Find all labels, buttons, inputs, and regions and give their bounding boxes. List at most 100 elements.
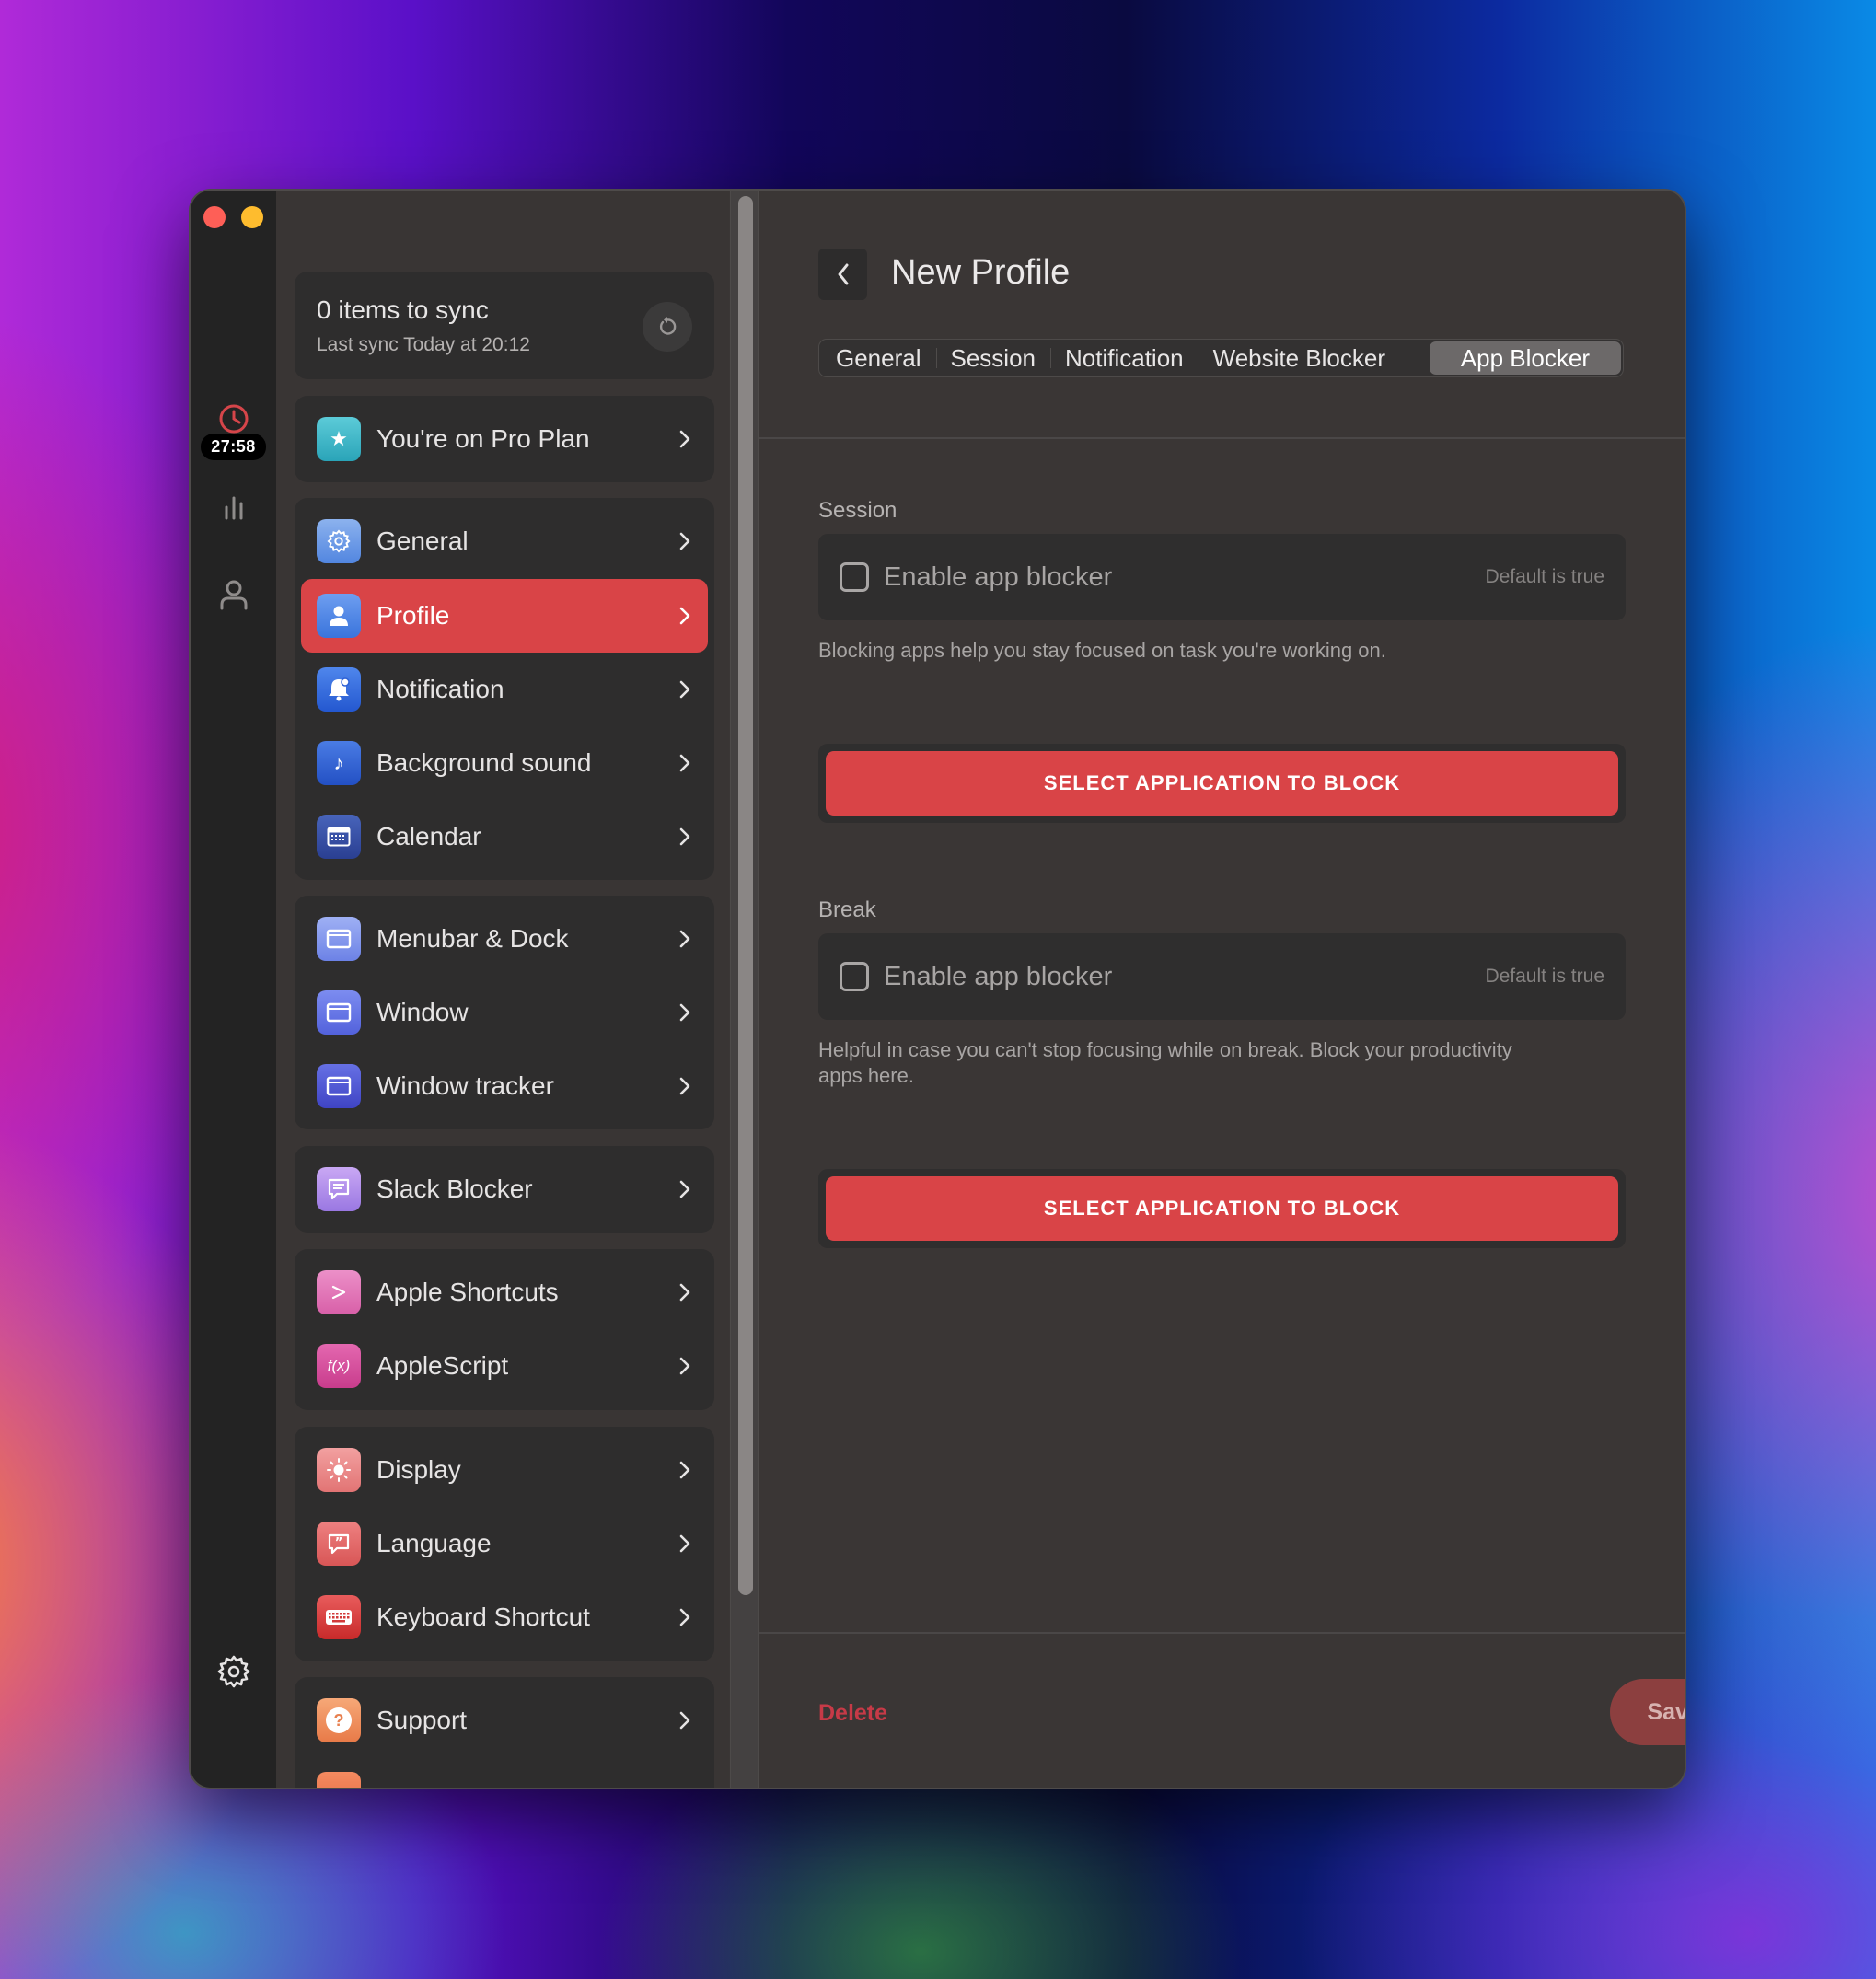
refresh-icon xyxy=(659,317,677,335)
profile-tabs: General Session Notification Website Blo… xyxy=(818,339,1624,377)
left-rail: 27:58 xyxy=(191,191,301,1788)
sidebar-item-label: Background sound xyxy=(376,748,592,777)
sidebar-group-support: ? Support xyxy=(295,1677,714,1788)
break-enable-checkbox[interactable] xyxy=(840,962,869,991)
settings-nav[interactable] xyxy=(191,1654,276,1689)
section-label-break: Break xyxy=(818,897,876,922)
question-icon: ? xyxy=(317,1698,361,1742)
window-icon xyxy=(317,1064,361,1108)
sidebar-item-label: Notification xyxy=(376,675,504,703)
break-select-apps-button[interactable]: SELECT APPLICATION TO BLOCK xyxy=(826,1176,1618,1241)
calendar-icon xyxy=(317,815,361,859)
chevron-right-icon xyxy=(679,1711,690,1730)
chevron-right-icon xyxy=(679,1461,690,1479)
pro-plan-card: ★ You're on Pro Plan xyxy=(295,396,714,482)
sidebar-item-profile[interactable]: Profile xyxy=(301,579,708,653)
chevron-right-icon xyxy=(679,680,690,699)
sidebar-item-calendar[interactable]: Calendar xyxy=(301,800,708,874)
chat-bubble-icon xyxy=(317,1167,361,1211)
sidebar-item-applescript[interactable]: f(x) AppleScript xyxy=(301,1329,708,1403)
chevron-right-icon xyxy=(679,430,690,448)
back-button[interactable] xyxy=(818,249,867,300)
sidebar-scrollbar[interactable] xyxy=(730,191,759,1788)
tab-website-blocker[interactable]: Website Blocker xyxy=(1198,341,1400,375)
sidebar-item-label: Window tracker xyxy=(376,1071,554,1100)
chevron-right-icon xyxy=(679,1534,690,1553)
tab-general[interactable]: General xyxy=(821,341,936,375)
break-app-blocker-option[interactable]: Enable app blocker Default is true xyxy=(818,933,1626,1020)
clock-icon xyxy=(219,404,248,434)
session-select-wrap: SELECT APPLICATION TO BLOCK xyxy=(818,744,1626,823)
close-window-button[interactable] xyxy=(203,206,226,228)
session-enable-checkbox[interactable] xyxy=(840,562,869,592)
chevron-right-icon xyxy=(679,1003,690,1022)
sidebar-item-apple-shortcuts[interactable]: Apple Shortcuts xyxy=(301,1256,708,1329)
sidebar-item-label: Calendar xyxy=(376,822,481,851)
sidebar-item-label: Slack Blocker xyxy=(376,1175,533,1203)
minimize-window-button[interactable] xyxy=(241,206,263,228)
sidebar-item-display[interactable]: Display xyxy=(301,1433,708,1507)
sidebar-group-automation: Apple Shortcuts f(x) AppleScript xyxy=(295,1249,714,1410)
footer-divider xyxy=(759,1632,1685,1634)
last-sync-time: Last sync Today at 20:12 xyxy=(317,334,530,355)
quote-bubble-icon: ” xyxy=(317,1522,361,1566)
chevron-right-icon xyxy=(679,827,690,846)
tab-session[interactable]: Session xyxy=(935,341,1051,375)
chevron-right-icon xyxy=(679,1283,690,1302)
music-note-icon: ♪ xyxy=(317,741,361,785)
app-window: 27:58 0 items to sync Last sync Today at… xyxy=(191,191,1685,1788)
sun-icon xyxy=(317,1448,361,1492)
sidebar-item-keyboard-shortcut[interactable]: Keyboard Shortcut xyxy=(301,1580,708,1654)
svg-text:”: ” xyxy=(335,1536,343,1550)
sidebar-item-slack-blocker[interactable]: Slack Blocker xyxy=(301,1152,708,1226)
account-nav[interactable] xyxy=(191,579,276,610)
sidebar-item-label: Support xyxy=(376,1706,468,1734)
chevron-right-icon xyxy=(679,1077,690,1095)
sidebar-item-general[interactable]: General xyxy=(301,504,708,578)
sidebar-group-main: General Profile Notification ♪ Backgroun… xyxy=(295,498,714,880)
sidebar-item-label: Language xyxy=(376,1529,492,1557)
session-select-apps-button[interactable]: SELECT APPLICATION TO BLOCK xyxy=(826,751,1618,816)
sidebar-item-label: Window xyxy=(376,998,469,1026)
question-glyph: ? xyxy=(326,1707,352,1733)
break-help-text: Helpful in case you can't stop focusing … xyxy=(818,1038,1512,1087)
sidebar-item-pro-plan[interactable]: ★ You're on Pro Plan xyxy=(301,402,708,476)
page-title: New Profile xyxy=(891,253,1071,292)
scrollbar-thumb[interactable] xyxy=(738,196,753,1595)
star-icon: ★ xyxy=(317,417,361,461)
sync-button[interactable] xyxy=(643,302,692,352)
timer-nav[interactable]: 27:58 xyxy=(191,402,276,460)
stats-nav[interactable] xyxy=(191,494,276,522)
session-app-blocker-option[interactable]: Enable app blocker Default is true xyxy=(818,534,1626,620)
sidebar-item-notification[interactable]: Notification xyxy=(301,653,708,726)
settings-sidebar: 0 items to sync Last sync Today at 20:12… xyxy=(276,191,729,1788)
sidebar-item-label: Apple Shortcuts xyxy=(376,1278,559,1306)
sync-card: 0 items to sync Last sync Today at 20:12 xyxy=(295,272,714,379)
sidebar-item-window-tracker[interactable]: Window tracker xyxy=(301,1049,708,1123)
delete-button[interactable]: Delete xyxy=(818,1700,887,1727)
bell-icon xyxy=(317,667,361,712)
profile-editor: New Profile General Session Notification… xyxy=(759,191,1685,1788)
chevron-right-icon xyxy=(679,1357,690,1375)
sidebar-item-clipped[interactable] xyxy=(301,1757,708,1788)
tab-app-blocker[interactable]: App Blocker xyxy=(1429,341,1621,375)
sidebar-item-window[interactable]: Window xyxy=(301,976,708,1049)
section-label-session: Session xyxy=(818,498,897,523)
sidebar-item-support[interactable]: ? Support xyxy=(301,1684,708,1757)
sync-status: 0 items to sync xyxy=(317,295,489,324)
keyboard-icon xyxy=(317,1595,361,1639)
tab-notification[interactable]: Notification xyxy=(1050,341,1199,375)
save-profile-button[interactable]: Save Profile xyxy=(1610,1679,1685,1745)
chevron-right-icon xyxy=(679,754,690,772)
developer-icon xyxy=(317,1772,361,1788)
option-default-hint: Default is true xyxy=(1485,566,1604,587)
sidebar-item-label: General xyxy=(376,527,469,555)
sidebar-group-slack: Slack Blocker xyxy=(295,1146,714,1233)
chevron-prompt-icon xyxy=(317,1270,361,1314)
sidebar-item-language[interactable]: ” Language xyxy=(301,1507,708,1580)
sidebar-item-menubar-dock[interactable]: Menubar & Dock xyxy=(301,902,708,976)
chevron-right-icon xyxy=(679,1180,690,1198)
user-icon xyxy=(220,580,247,610)
function-icon: f(x) xyxy=(317,1344,361,1388)
sidebar-item-background-sound[interactable]: ♪ Background sound xyxy=(301,726,708,800)
